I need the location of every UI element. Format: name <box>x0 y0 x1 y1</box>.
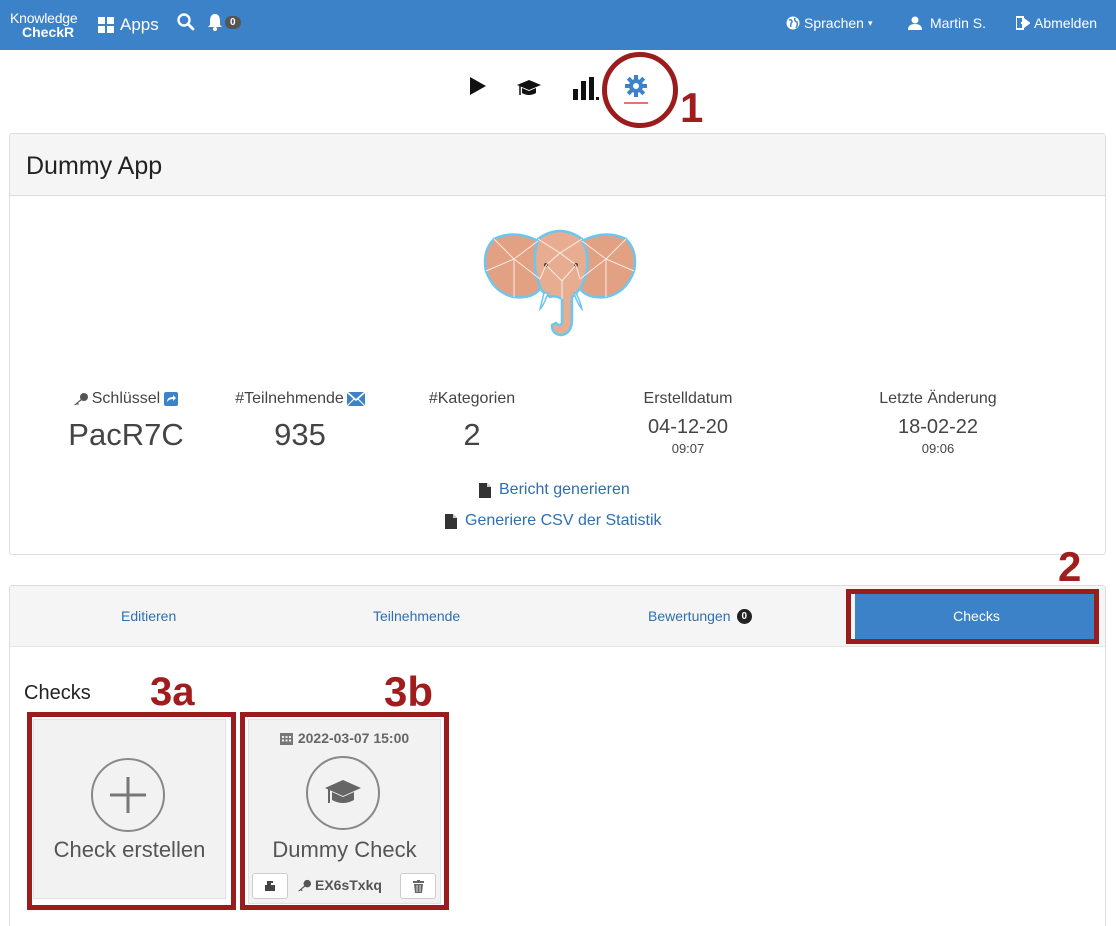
notifications-badge: 0 <box>225 15 241 29</box>
app-info-header: Dummy App <box>10 134 1105 196</box>
user-icon <box>908 16 922 30</box>
annotation-circle-1 <box>602 52 678 128</box>
stat-created-date: 04-12-20 <box>647 416 729 438</box>
annotation-box-2 <box>846 589 1099 644</box>
generate-report-label: Bericht generieren <box>499 481 630 498</box>
annotation-box-3b <box>240 712 449 910</box>
caret-down-icon: ▾ <box>867 17 873 28</box>
generate-csv-link[interactable]: Generiere CSV der Statistik <box>445 512 662 530</box>
stat-categories-value: 2 <box>463 417 481 452</box>
stat-participants-label-row: #Teilnehmende <box>220 390 380 408</box>
notifications-button[interactable]: 0 <box>207 13 241 31</box>
user-menu[interactable]: Martin S. <box>908 15 986 31</box>
navbar: Knowledge CheckR Apps 0 Sprachen ▾ Marti… <box>0 0 1116 50</box>
apps-label: Apps <box>120 15 159 34</box>
logout-icon <box>1016 16 1030 30</box>
bell-icon <box>208 14 222 31</box>
checks-section-title: Checks <box>24 682 91 704</box>
annotation-label-1: 1 <box>680 84 704 131</box>
search-icon[interactable] <box>176 12 196 37</box>
stat-key-value: PacR7C <box>68 417 184 452</box>
annotation-label-2: 2 <box>1058 543 1082 590</box>
stat-modified-date: 18-02-22 <box>897 416 979 438</box>
app-logo-elephant <box>480 219 640 344</box>
envelope-icon[interactable] <box>346 392 365 406</box>
play-icon[interactable] <box>468 76 488 101</box>
graduation-cap-icon[interactable] <box>516 78 542 103</box>
stat-modified-label: Letzte Änderung <box>879 390 997 407</box>
tab-edit-label: Editieren <box>121 608 177 624</box>
tab-participants[interactable]: Teilnehmende <box>373 608 460 624</box>
brand-bottom-text: CheckR <box>22 24 75 40</box>
user-label: Martin S. <box>930 15 987 31</box>
bar-chart-icon[interactable] <box>572 75 600 106</box>
annotation-box-3a <box>27 712 236 910</box>
globe-icon <box>786 16 800 30</box>
tab-participants-label: Teilnehmende <box>373 608 461 624</box>
stat-participants-label: #Teilnehmende <box>235 390 344 407</box>
stat-key: Schlüssel PacR7C <box>46 390 206 453</box>
stat-key-label: Schlüssel <box>91 390 161 407</box>
stat-categories-label: #Kategorien <box>428 390 516 407</box>
stat-created-label: Erstelldatum <box>643 390 733 407</box>
grid-icon <box>98 17 114 33</box>
key-icon <box>73 393 88 405</box>
file-icon <box>445 513 457 529</box>
annotation-label-3a: 3a <box>150 670 195 714</box>
stat-created-time: 09:07 <box>671 441 705 456</box>
language-dropdown[interactable]: Sprachen ▾ <box>786 15 872 31</box>
language-label: Sprachen <box>804 15 864 31</box>
tab-ratings-label: Bewertungen <box>648 608 731 624</box>
ratings-count-badge: 0 <box>736 608 753 624</box>
app-info-panel: Dummy App Schlüssel PacR7C #Teilnehmende… <box>9 133 1106 555</box>
share-icon[interactable] <box>163 391 179 407</box>
tab-ratings[interactable]: Bewertungen 0 <box>648 608 753 624</box>
stat-participants: #Teilnehmende 935 <box>220 390 380 453</box>
stat-categories: #Kategorien 2 <box>392 390 552 453</box>
page-title: Dummy App <box>26 152 163 180</box>
generate-csv-label: Generiere CSV der Statistik <box>465 512 662 529</box>
app-mode-bar <box>0 72 1116 112</box>
annotation-label-3b: 3b <box>384 668 434 715</box>
file-icon <box>479 482 491 498</box>
stat-key-label-row: Schlüssel <box>46 390 206 408</box>
logout-link[interactable]: Abmelden <box>1016 15 1097 31</box>
stat-participants-value: 935 <box>274 417 326 452</box>
tab-edit[interactable]: Editieren <box>121 608 176 624</box>
generate-report-link[interactable]: Bericht generieren <box>479 481 630 499</box>
stat-created: Erstelldatum 04-12-20 09:07 <box>608 390 768 456</box>
stat-modified: Letzte Änderung 18-02-22 09:06 <box>848 390 1028 456</box>
brand-logo[interactable]: Knowledge CheckR <box>10 11 78 40</box>
stat-modified-time: 09:06 <box>921 441 955 456</box>
apps-menu-link[interactable]: Apps <box>98 15 159 35</box>
logout-label: Abmelden <box>1034 15 1098 31</box>
